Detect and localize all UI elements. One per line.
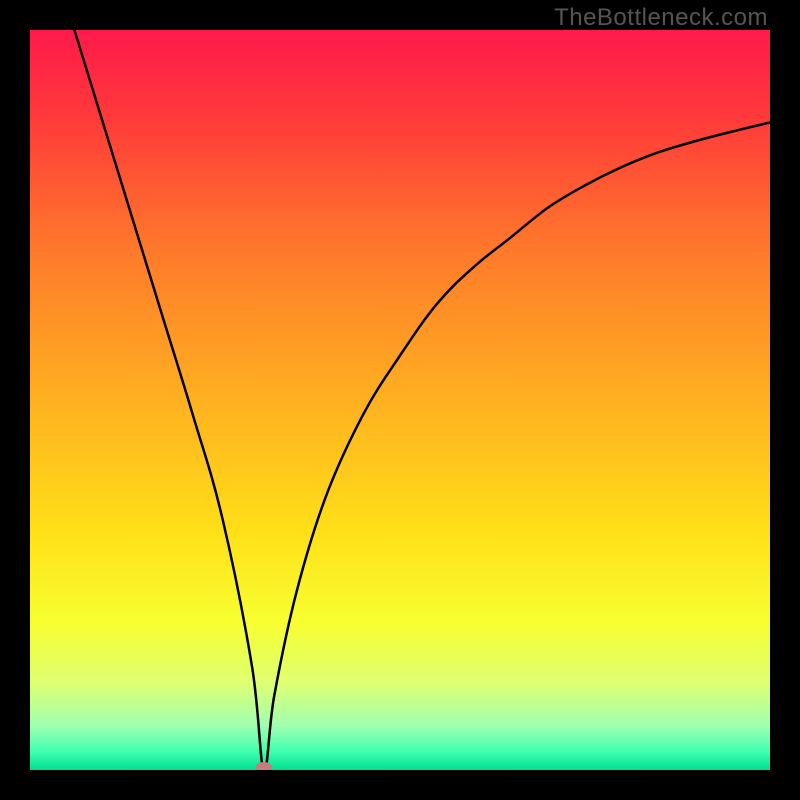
bottleneck-curve bbox=[74, 30, 770, 770]
watermark-text: TheBottleneck.com bbox=[554, 4, 768, 32]
chart-container: TheBottleneck.com bbox=[0, 0, 800, 800]
plot-area bbox=[30, 30, 770, 770]
chart-curve-layer bbox=[30, 30, 770, 770]
minimum-marker bbox=[256, 762, 272, 770]
